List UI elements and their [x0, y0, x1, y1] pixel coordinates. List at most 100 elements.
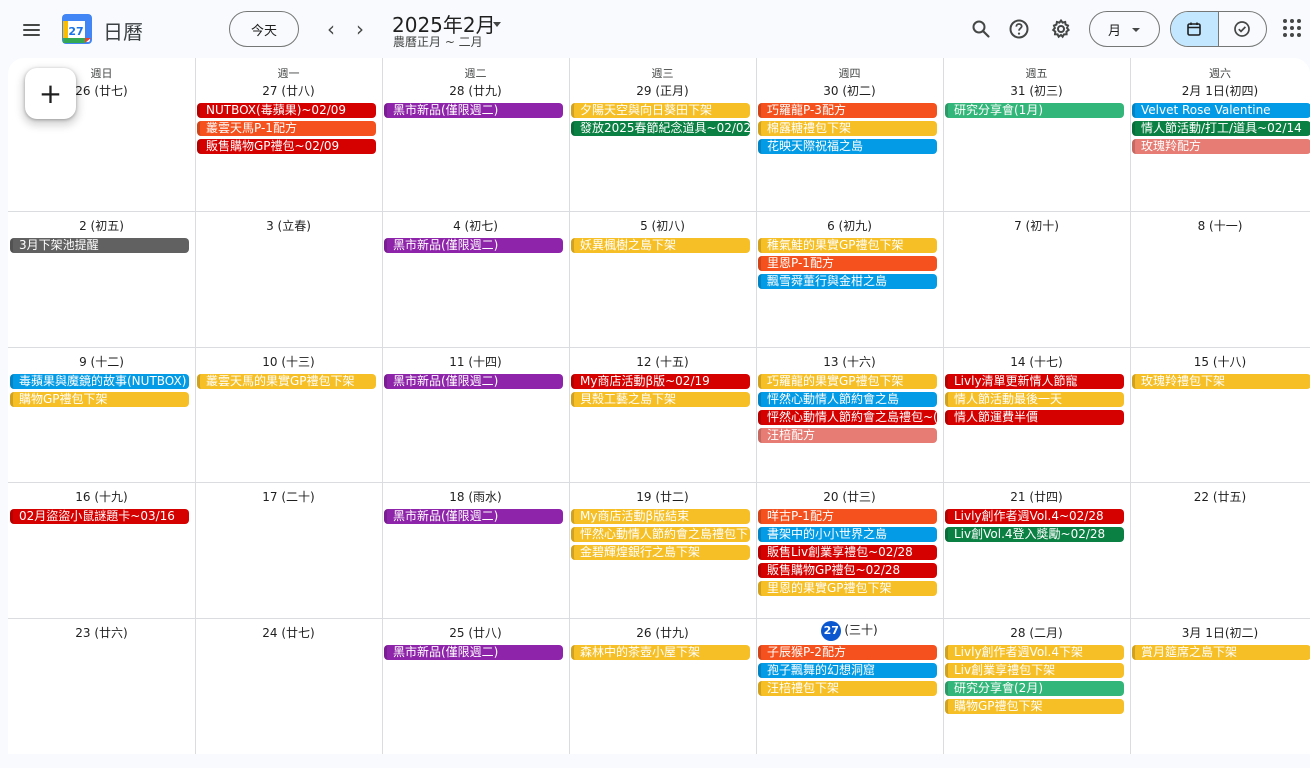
- day-date-label[interactable]: 15 (十八): [1130, 353, 1310, 370]
- day-date-label[interactable]: 4 (初七): [382, 217, 569, 234]
- day-date-label[interactable]: 28 (二月): [943, 624, 1130, 641]
- menu-icon[interactable]: [20, 18, 44, 42]
- day-date-label[interactable]: 21 (廿四): [943, 488, 1130, 505]
- day-date-label[interactable]: 26 (廿九): [569, 624, 756, 641]
- day-cell[interactable]: 週一 27 (廿八) NUTBOX(毒蘋果)~02/09 叢雲天馬P-1配方 販售購物G…: [195, 58, 382, 211]
- day-date-label[interactable]: 12 (十五): [569, 353, 756, 370]
- event-chip[interactable]: 汪棓配方: [758, 428, 937, 443]
- day-date-label[interactable]: 7 (初十): [943, 217, 1130, 234]
- event-chip[interactable]: 叢雲天馬的果實GP禮包下架: [197, 374, 376, 389]
- day-cell[interactable]: 2 (初五) 3月下架池提醒: [8, 211, 195, 347]
- day-cell[interactable]: 25 (廿八) 黑市新品(僅限週二): [382, 618, 569, 754]
- day-cell[interactable]: 8 (十一): [1130, 211, 1310, 347]
- day-cell[interactable]: 23 (廿六): [8, 618, 195, 754]
- event-chip[interactable]: My商店活動β版結束: [571, 509, 750, 524]
- day-date-label[interactable]: 19 (廿二): [569, 488, 756, 505]
- event-chip[interactable]: 花映天際祝福之島: [758, 139, 937, 154]
- day-cell[interactable]: 24 (廿七): [195, 618, 382, 754]
- event-chip[interactable]: 黑市新品(僅限週二): [384, 103, 563, 118]
- day-date-label[interactable]: 9 (十二): [8, 353, 195, 370]
- event-chip[interactable]: 發放2025春節紀念道具~02/02: [571, 121, 750, 136]
- create-button[interactable]: +: [25, 68, 76, 119]
- prev-month-button[interactable]: ‹: [318, 16, 344, 42]
- event-chip[interactable]: 書架中的小小世界之島: [758, 527, 937, 542]
- day-date-label[interactable]: 2月 1日(初四): [1130, 82, 1310, 99]
- event-chip[interactable]: 02月盜盜小鼠謎題卡~03/16: [10, 509, 189, 524]
- today-date-badge[interactable]: 27: [821, 621, 842, 641]
- event-chip[interactable]: 孢子飄舞的幻想洞窟: [758, 663, 937, 678]
- next-month-button[interactable]: ›: [347, 16, 373, 42]
- day-cell[interactable]: 週三 29 (正月) 夕陽天空與向日葵田下架 發放2025春節紀念道具~02/02: [569, 58, 756, 211]
- day-date-label[interactable]: 30 (初二): [756, 82, 943, 99]
- day-cell[interactable]: 28 (二月) Livly創作者週Vol.4下架 Liv創業享禮包下架 研究分享會(2…: [943, 618, 1130, 754]
- day-cell[interactable]: 9 (十二) 毒蘋果與魔鏡的故事(NUTBOX) 購物GP禮包下架: [8, 347, 195, 482]
- event-chip[interactable]: 研究分享會(2月): [945, 681, 1124, 696]
- event-chip[interactable]: 汪棓禮包下架: [758, 681, 937, 696]
- event-chip[interactable]: 叢雲天馬P-1配方: [197, 121, 376, 136]
- event-chip[interactable]: 黑市新品(僅限週二): [384, 374, 563, 389]
- day-date-label[interactable]: 23 (廿六): [8, 624, 195, 641]
- event-chip[interactable]: 怦然心動情人節約會之島禮包~(: [758, 410, 937, 425]
- day-cell[interactable]: 19 (廿二) My商店活動β版結束 怦然心動情人節約會之島禮包下 金碧輝煌銀行之島下…: [569, 482, 756, 618]
- event-chip[interactable]: 玫瑰羚配方: [1132, 139, 1310, 154]
- event-chip[interactable]: 賞月筵席之島下架: [1132, 645, 1310, 660]
- day-cell[interactable]: 26 (廿九) 森林中的茶壺小屋下架: [569, 618, 756, 754]
- event-chip[interactable]: 購物GP禮包下架: [945, 699, 1124, 714]
- day-date-label[interactable]: 3 (立春): [195, 217, 382, 234]
- event-chip[interactable]: 販售購物GP禮包~02/09: [197, 139, 376, 154]
- day-date-label[interactable]: 20 (廿三): [756, 488, 943, 505]
- day-cell[interactable]: 3月 1日(初二) 賞月筵席之島下架: [1130, 618, 1310, 754]
- day-date-label[interactable]: 8 (十一): [1130, 217, 1310, 234]
- event-chip[interactable]: 子辰猴P-2配方: [758, 645, 937, 660]
- tasks-view-toggle[interactable]: [1219, 12, 1267, 46]
- day-cell[interactable]: 3 (立春): [195, 211, 382, 347]
- day-cell[interactable]: 20 (廿三) 咩古P-1配方 書架中的小小世界之島 販售Liv創業享禮包~02/28…: [756, 482, 943, 618]
- day-cell[interactable]: 11 (十四) 黑市新品(僅限週二): [382, 347, 569, 482]
- event-chip[interactable]: 購物GP禮包下架: [10, 392, 189, 407]
- apps-grid-icon[interactable]: [1283, 19, 1301, 37]
- day-date-label[interactable]: 5 (初八): [569, 217, 756, 234]
- event-chip[interactable]: 3月下架池提醒: [10, 238, 189, 253]
- day-date-label[interactable]: 14 (十七): [943, 353, 1130, 370]
- day-date-label[interactable]: 13 (十六): [756, 353, 943, 370]
- event-chip[interactable]: 情人節活動/打工/道具~02/14: [1132, 121, 1310, 136]
- day-date-label[interactable]: 27 (三十): [756, 621, 943, 641]
- day-date-label[interactable]: 2 (初五): [8, 217, 195, 234]
- day-cell[interactable]: 12 (十五) My商店活動β版~02/19 貝殼工藝之島下架: [569, 347, 756, 482]
- calendar-logo-icon[interactable]: 27: [62, 14, 92, 44]
- event-chip[interactable]: 黑市新品(僅限週二): [384, 645, 563, 660]
- day-cell[interactable]: 22 (廿五): [1130, 482, 1310, 618]
- calendar-view-toggle[interactable]: [1171, 12, 1219, 46]
- day-cell[interactable]: 17 (二十): [195, 482, 382, 618]
- settings-button[interactable]: [1047, 15, 1075, 43]
- day-cell[interactable]: 7 (初十): [943, 211, 1130, 347]
- day-date-label[interactable]: 29 (正月): [569, 82, 756, 99]
- event-chip[interactable]: Velvet Rose Valentine: [1132, 103, 1310, 118]
- day-date-label[interactable]: 18 (雨水): [382, 488, 569, 505]
- day-date-label[interactable]: 25 (廿八): [382, 624, 569, 641]
- day-date-label[interactable]: 31 (初三): [943, 82, 1130, 99]
- event-chip[interactable]: 妖異楓樹之島下架: [571, 238, 750, 253]
- day-cell[interactable]: 10 (十三) 叢雲天馬的果實GP禮包下架: [195, 347, 382, 482]
- event-chip[interactable]: 巧羅龍的果實GP禮包下架: [758, 374, 937, 389]
- event-chip[interactable]: Livly創作者週Vol.4~02/28: [945, 509, 1124, 524]
- event-chip[interactable]: Livly創作者週Vol.4下架: [945, 645, 1124, 660]
- event-chip[interactable]: 棉露糖禮包下架: [758, 121, 937, 136]
- month-dropdown-icon[interactable]: [493, 22, 501, 27]
- day-cell[interactable]: 16 (十九) 02月盜盜小鼠謎題卡~03/16: [8, 482, 195, 618]
- day-cell[interactable]: 6 (初九) 稚氣鮭的果實GP禮包下架 里恩P-1配方 飄雪舜董行與金柑之島: [756, 211, 943, 347]
- day-cell[interactable]: 14 (十七) Livly清單更新情人節寵 情人節活動最後一天 情人節運費半價: [943, 347, 1130, 482]
- day-date-label[interactable]: 17 (二十): [195, 488, 382, 505]
- day-cell[interactable]: 4 (初七) 黑市新品(僅限週二): [382, 211, 569, 347]
- event-chip[interactable]: 研究分享會(1月): [945, 103, 1124, 118]
- event-chip[interactable]: 毒蘋果與魔鏡的故事(NUTBOX): [10, 374, 189, 389]
- event-chip[interactable]: 巧羅龍P-3配方: [758, 103, 937, 118]
- day-date-label[interactable]: 28 (廿九): [382, 82, 569, 99]
- event-chip[interactable]: 飄雪舜董行與金柑之島: [758, 274, 937, 289]
- day-cell[interactable]: 18 (雨水) 黑市新品(僅限週二): [382, 482, 569, 618]
- event-chip[interactable]: 金碧輝煌銀行之島下架: [571, 545, 750, 560]
- today-button[interactable]: 今天: [229, 11, 299, 47]
- day-date-label[interactable]: 22 (廿五): [1130, 488, 1310, 505]
- day-date-label[interactable]: 24 (廿七): [195, 624, 382, 641]
- event-chip[interactable]: 情人節活動最後一天: [945, 392, 1124, 407]
